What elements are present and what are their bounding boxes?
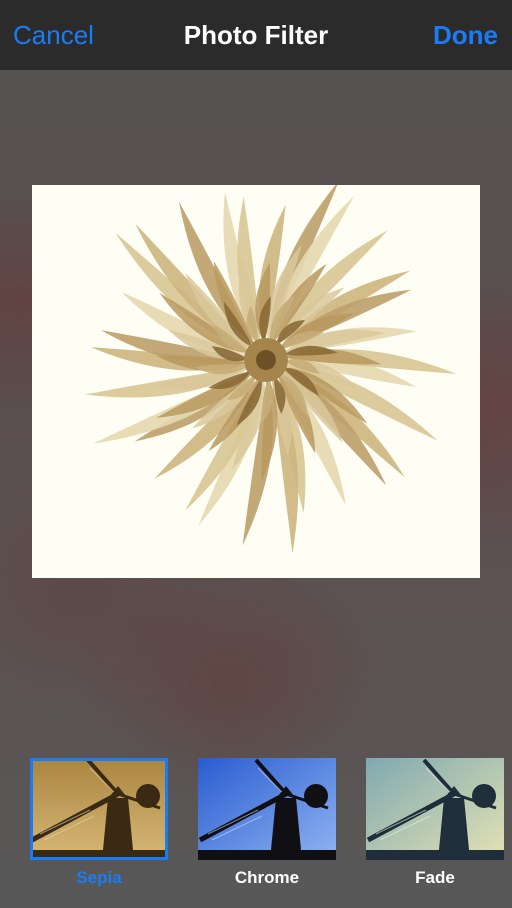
navigation-bar: Cancel Photo Filter Done (0, 0, 512, 70)
filter-thumbnail (366, 758, 504, 860)
filter-label: Fade (415, 868, 455, 887)
filter-fade[interactable]: Fade (366, 758, 504, 888)
flower-image (85, 185, 457, 554)
filter-label: Chrome (234, 868, 300, 887)
filter-sepia[interactable]: Sepia (30, 758, 168, 888)
filter-thumbnail (30, 758, 168, 860)
filter-label: Sepia (76, 868, 122, 887)
flower-core (256, 350, 276, 370)
done-button[interactable]: Done (433, 22, 498, 48)
filter-chrome[interactable]: Chrome (198, 758, 336, 888)
filter-thumbnail (198, 758, 336, 860)
cancel-button[interactable]: Cancel (13, 22, 94, 48)
filter-strip: Sepia Chrome Fade (0, 758, 512, 908)
photo-preview (32, 185, 480, 578)
